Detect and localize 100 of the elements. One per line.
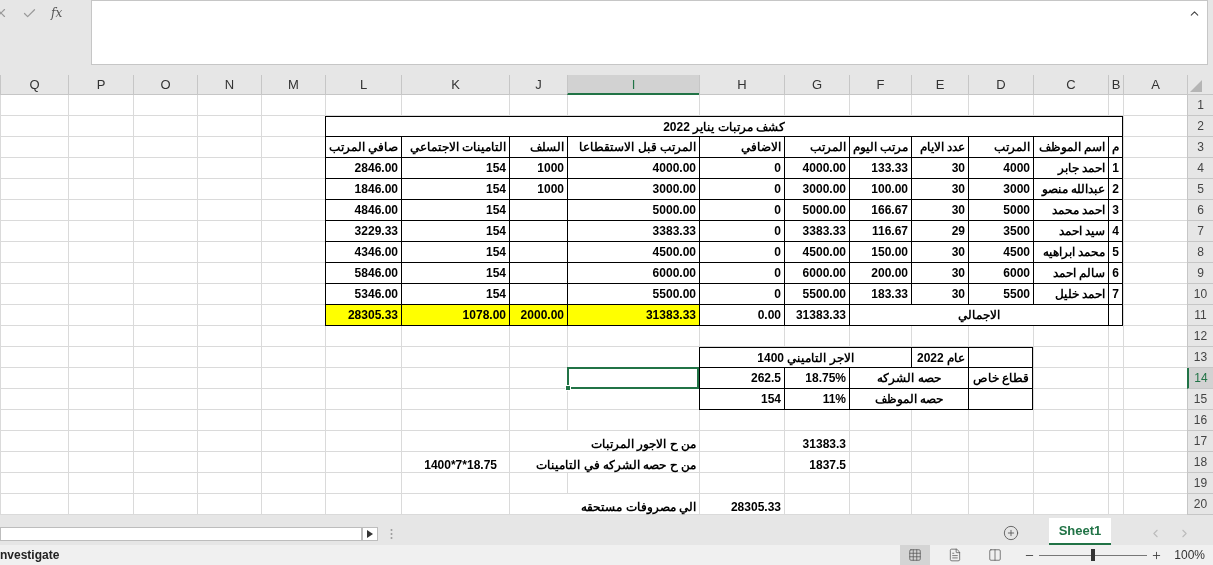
total-label: الاجمالي xyxy=(849,305,1108,326)
row-header[interactable]: 6 xyxy=(1187,200,1213,221)
add-sheet-icon[interactable] xyxy=(1003,525,1019,541)
column-header[interactable]: Q xyxy=(0,75,68,95)
journal-entry-text: من ح الاجور المرتبات xyxy=(591,436,696,454)
column-header[interactable]: H xyxy=(699,75,784,95)
row-header[interactable]: 7 xyxy=(1187,221,1213,242)
journal-entry-text: الي مصروفات مستحقه xyxy=(581,499,696,517)
row-header[interactable]: 15 xyxy=(1187,389,1213,410)
row-header[interactable]: 10 xyxy=(1187,284,1213,305)
column-header[interactable]: A xyxy=(1123,75,1187,95)
empty-cell[interactable] xyxy=(509,263,567,284)
row-header[interactable]: 18 xyxy=(1187,452,1213,473)
column-header[interactable]: E xyxy=(911,75,968,95)
table-header-cell: التامينات الاجتماعي xyxy=(401,137,509,158)
table-cell: 5846.00 xyxy=(325,263,401,284)
sheet-tab[interactable]: Sheet1 xyxy=(1049,518,1111,545)
table-header-cell: الاضافي xyxy=(699,137,784,158)
column-header[interactable]: P xyxy=(68,75,133,95)
empty-cell[interactable] xyxy=(1108,305,1123,326)
table-cell: 29 xyxy=(911,221,968,242)
zoom-slider[interactable] xyxy=(1039,549,1148,561)
row-header[interactable]: 17 xyxy=(1187,431,1213,452)
column-header[interactable]: O xyxy=(133,75,197,95)
select-all-triangle-icon[interactable] xyxy=(1190,80,1202,92)
table-cell: عبدالله منصو xyxy=(1033,179,1108,200)
table-cell: 4346.00 xyxy=(325,242,401,263)
column-header[interactable]: L xyxy=(325,75,401,95)
empty-cell[interactable] xyxy=(509,221,567,242)
table-cell: 154 xyxy=(401,158,509,179)
column-header[interactable]: B xyxy=(1108,75,1123,95)
row-header[interactable]: 3 xyxy=(1187,137,1213,158)
column-header[interactable]: C xyxy=(1033,75,1108,95)
table-cell: 1846.00 xyxy=(325,179,401,200)
table-cell: 5 xyxy=(1108,242,1123,263)
zoom-in-icon[interactable] xyxy=(1151,549,1163,561)
drag-handle-icon[interactable] xyxy=(390,528,393,540)
table-header-cell: م xyxy=(1108,137,1123,158)
row-header[interactable]: 16 xyxy=(1187,410,1213,431)
column-header[interactable]: G xyxy=(784,75,849,95)
column-header[interactable]: N xyxy=(197,75,261,95)
row-header[interactable]: 14 xyxy=(1187,368,1213,389)
column-header[interactable]: I xyxy=(567,75,699,95)
table-cell: 0 xyxy=(699,179,784,200)
table-cell: 2 xyxy=(1108,179,1123,200)
zoom-slider-thumb[interactable] xyxy=(1091,549,1096,561)
table-cell: 6000.00 xyxy=(567,263,699,284)
table-cell: 18.75% xyxy=(784,368,849,389)
empty-cell[interactable] xyxy=(509,200,567,221)
row-header[interactable]: 9 xyxy=(1187,263,1213,284)
formula-input-field[interactable] xyxy=(91,0,1208,65)
amount-cell-text: 31383.3 xyxy=(802,436,846,453)
table-cell: 3383.33 xyxy=(784,221,849,242)
row-header[interactable]: 19 xyxy=(1187,473,1213,494)
zoom-percent[interactable]: 100% xyxy=(1174,546,1205,564)
column-header[interactable]: J xyxy=(509,75,567,95)
table-cell: 30 xyxy=(911,200,968,221)
table-cell: 154 xyxy=(401,263,509,284)
total-cell: 31383.33 xyxy=(784,305,849,326)
empty-cell[interactable] xyxy=(968,347,1033,368)
row-header[interactable]: 4 xyxy=(1187,158,1213,179)
table-cell: 4500.00 xyxy=(784,242,849,263)
fill-handle[interactable] xyxy=(565,385,571,391)
empty-cell[interactable] xyxy=(968,389,1033,410)
horizontal-scrollbar[interactable] xyxy=(0,527,362,541)
table-header-cell: المرتب xyxy=(968,137,1033,158)
row-header[interactable]: 13 xyxy=(1187,347,1213,368)
row-header[interactable]: 2 xyxy=(1187,116,1213,137)
total-cell: 31383.33 xyxy=(567,305,699,326)
table-cell: 3000.00 xyxy=(567,179,699,200)
table-cell: عام 2022 xyxy=(911,347,968,368)
normal-view-icon[interactable] xyxy=(900,545,931,565)
table-cell: احمد جابر xyxy=(1033,158,1108,179)
table-cell: 150.00 xyxy=(849,242,911,263)
column-header[interactable]: D xyxy=(968,75,1033,95)
row-header[interactable]: 8 xyxy=(1187,242,1213,263)
empty-cell[interactable] xyxy=(509,242,567,263)
row-header[interactable]: 11 xyxy=(1187,305,1213,326)
table-cell: حصه الموظف xyxy=(849,389,968,410)
table-cell: 166.67 xyxy=(849,200,911,221)
row-header[interactable]: 5 xyxy=(1187,179,1213,200)
table-cell: 3383.33 xyxy=(567,221,699,242)
table-header-cell: اسم الموظف xyxy=(1033,137,1108,158)
table-cell: 6 xyxy=(1108,263,1123,284)
table-cell: 0 xyxy=(699,221,784,242)
table-cell: احمد خليل xyxy=(1033,284,1108,305)
row-header[interactable]: 20 xyxy=(1187,494,1213,515)
column-header[interactable]: M xyxy=(261,75,325,95)
table-cell: 30 xyxy=(911,179,968,200)
column-header[interactable]: F xyxy=(849,75,911,95)
row-header[interactable]: 1 xyxy=(1187,95,1213,116)
table-cell: 3229.33 xyxy=(325,221,401,242)
amount-cell-text: 1837.5 xyxy=(809,457,846,474)
table-cell: 4000.00 xyxy=(567,158,699,179)
scroll-right-button[interactable] xyxy=(362,527,378,541)
column-header[interactable]: K xyxy=(401,75,509,95)
row-header[interactable]: 12 xyxy=(1187,326,1213,347)
insert-function-button[interactable]: fx xyxy=(51,4,63,22)
table-cell: 6000 xyxy=(968,263,1033,284)
selected-cell[interactable] xyxy=(567,367,699,389)
